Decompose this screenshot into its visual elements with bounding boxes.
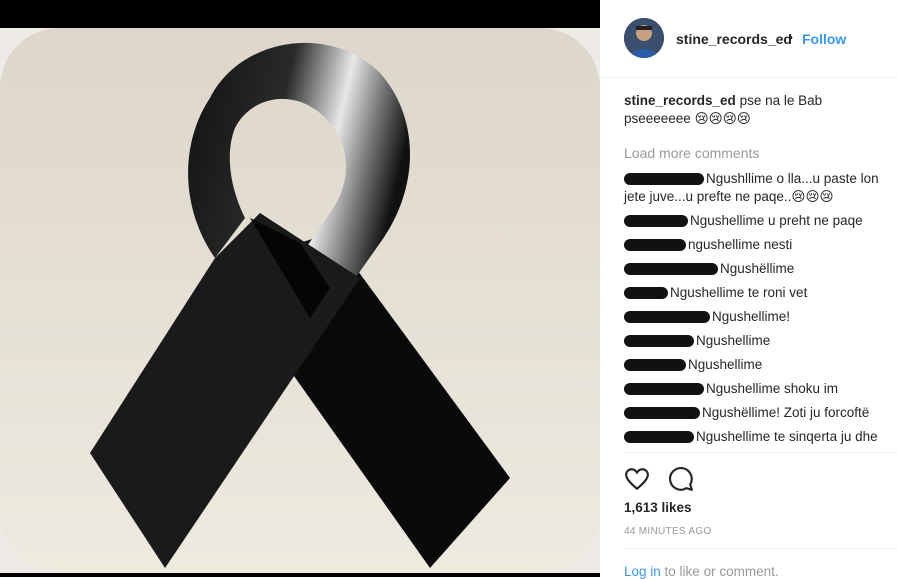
avatar[interactable]	[624, 18, 664, 58]
comment-item: ngushellime nesti	[624, 236, 886, 254]
redacted-username	[624, 407, 700, 420]
redacted-username	[624, 263, 718, 276]
redacted-username	[624, 239, 686, 252]
black-ribbon-image	[0, 28, 600, 573]
comment-text: Ngushellime u preht ne paqe	[690, 213, 863, 228]
comment-item: Ngushellime u preht ne paqe	[624, 212, 886, 230]
load-more-comments-link[interactable]: Load more comments	[624, 144, 886, 162]
post-actions	[624, 466, 708, 492]
post-sidebar: stine_records_ed • Follow stine_records_…	[600, 0, 897, 579]
redacted-username	[624, 431, 694, 444]
image-canvas	[0, 28, 600, 573]
post-image[interactable]	[0, 0, 600, 577]
redacted-username	[624, 383, 704, 396]
redacted-username	[624, 173, 704, 186]
heart-icon[interactable]	[624, 466, 650, 492]
comment-text: Ngushellime!	[712, 309, 791, 324]
post-header: stine_records_ed • Follow	[600, 0, 897, 78]
divider	[624, 548, 897, 549]
redacted-username	[624, 359, 686, 372]
caption-username[interactable]: stine_records_ed	[624, 93, 736, 108]
comment-item: Ngushellime!	[624, 308, 886, 326]
follow-button[interactable]: Follow	[802, 31, 846, 47]
redacted-username	[624, 311, 710, 324]
redacted-username	[624, 335, 694, 348]
divider	[624, 452, 897, 453]
comment-item: Ngushellime shoku im	[624, 380, 886, 398]
comment-item: Ngushellime te roni vet	[624, 284, 886, 302]
comment-item: Ngushellime te sinqerta ju dhe	[624, 428, 886, 446]
comment-text: Ngushellime te roni vet	[670, 285, 808, 300]
comment-item: Ngushëllime! Zoti ju forcoftë	[624, 404, 886, 422]
comment-text: Ngushellime te sinqerta ju dhe	[696, 429, 878, 444]
comment-icon[interactable]	[668, 466, 694, 492]
post-timestamp[interactable]: 44 MINUTES AGO	[624, 526, 712, 537]
comment-item: Ngushellime	[624, 332, 886, 350]
comment-item: Ngushëllime	[624, 260, 886, 278]
caption: stine_records_ed pse na le Bab pseeeeeee…	[624, 92, 886, 128]
separator-dot: •	[788, 29, 793, 45]
comment-text: ngushellime nesti	[688, 237, 793, 252]
comment-text: Ngushëllime	[720, 261, 795, 276]
username-link[interactable]: stine_records_ed	[676, 31, 792, 47]
likes-count[interactable]: 1,613 likes	[624, 500, 692, 515]
comments-list: stine_records_ed pse na le Bab pseeeeeee…	[624, 92, 886, 452]
comment-item: Ngushellime	[624, 356, 886, 374]
redacted-username	[624, 215, 688, 228]
comment-text: Ngushëllime! Zoti ju forcoftë	[702, 405, 870, 420]
comment-item: Ngushllime o lla...u paste lon jete juve…	[624, 170, 886, 206]
comment-text: Ngushellime	[696, 333, 771, 348]
comment-text: Ngushellime shoku im	[706, 381, 839, 396]
comment-text: Ngushellime	[688, 357, 763, 372]
redacted-username	[624, 287, 668, 300]
